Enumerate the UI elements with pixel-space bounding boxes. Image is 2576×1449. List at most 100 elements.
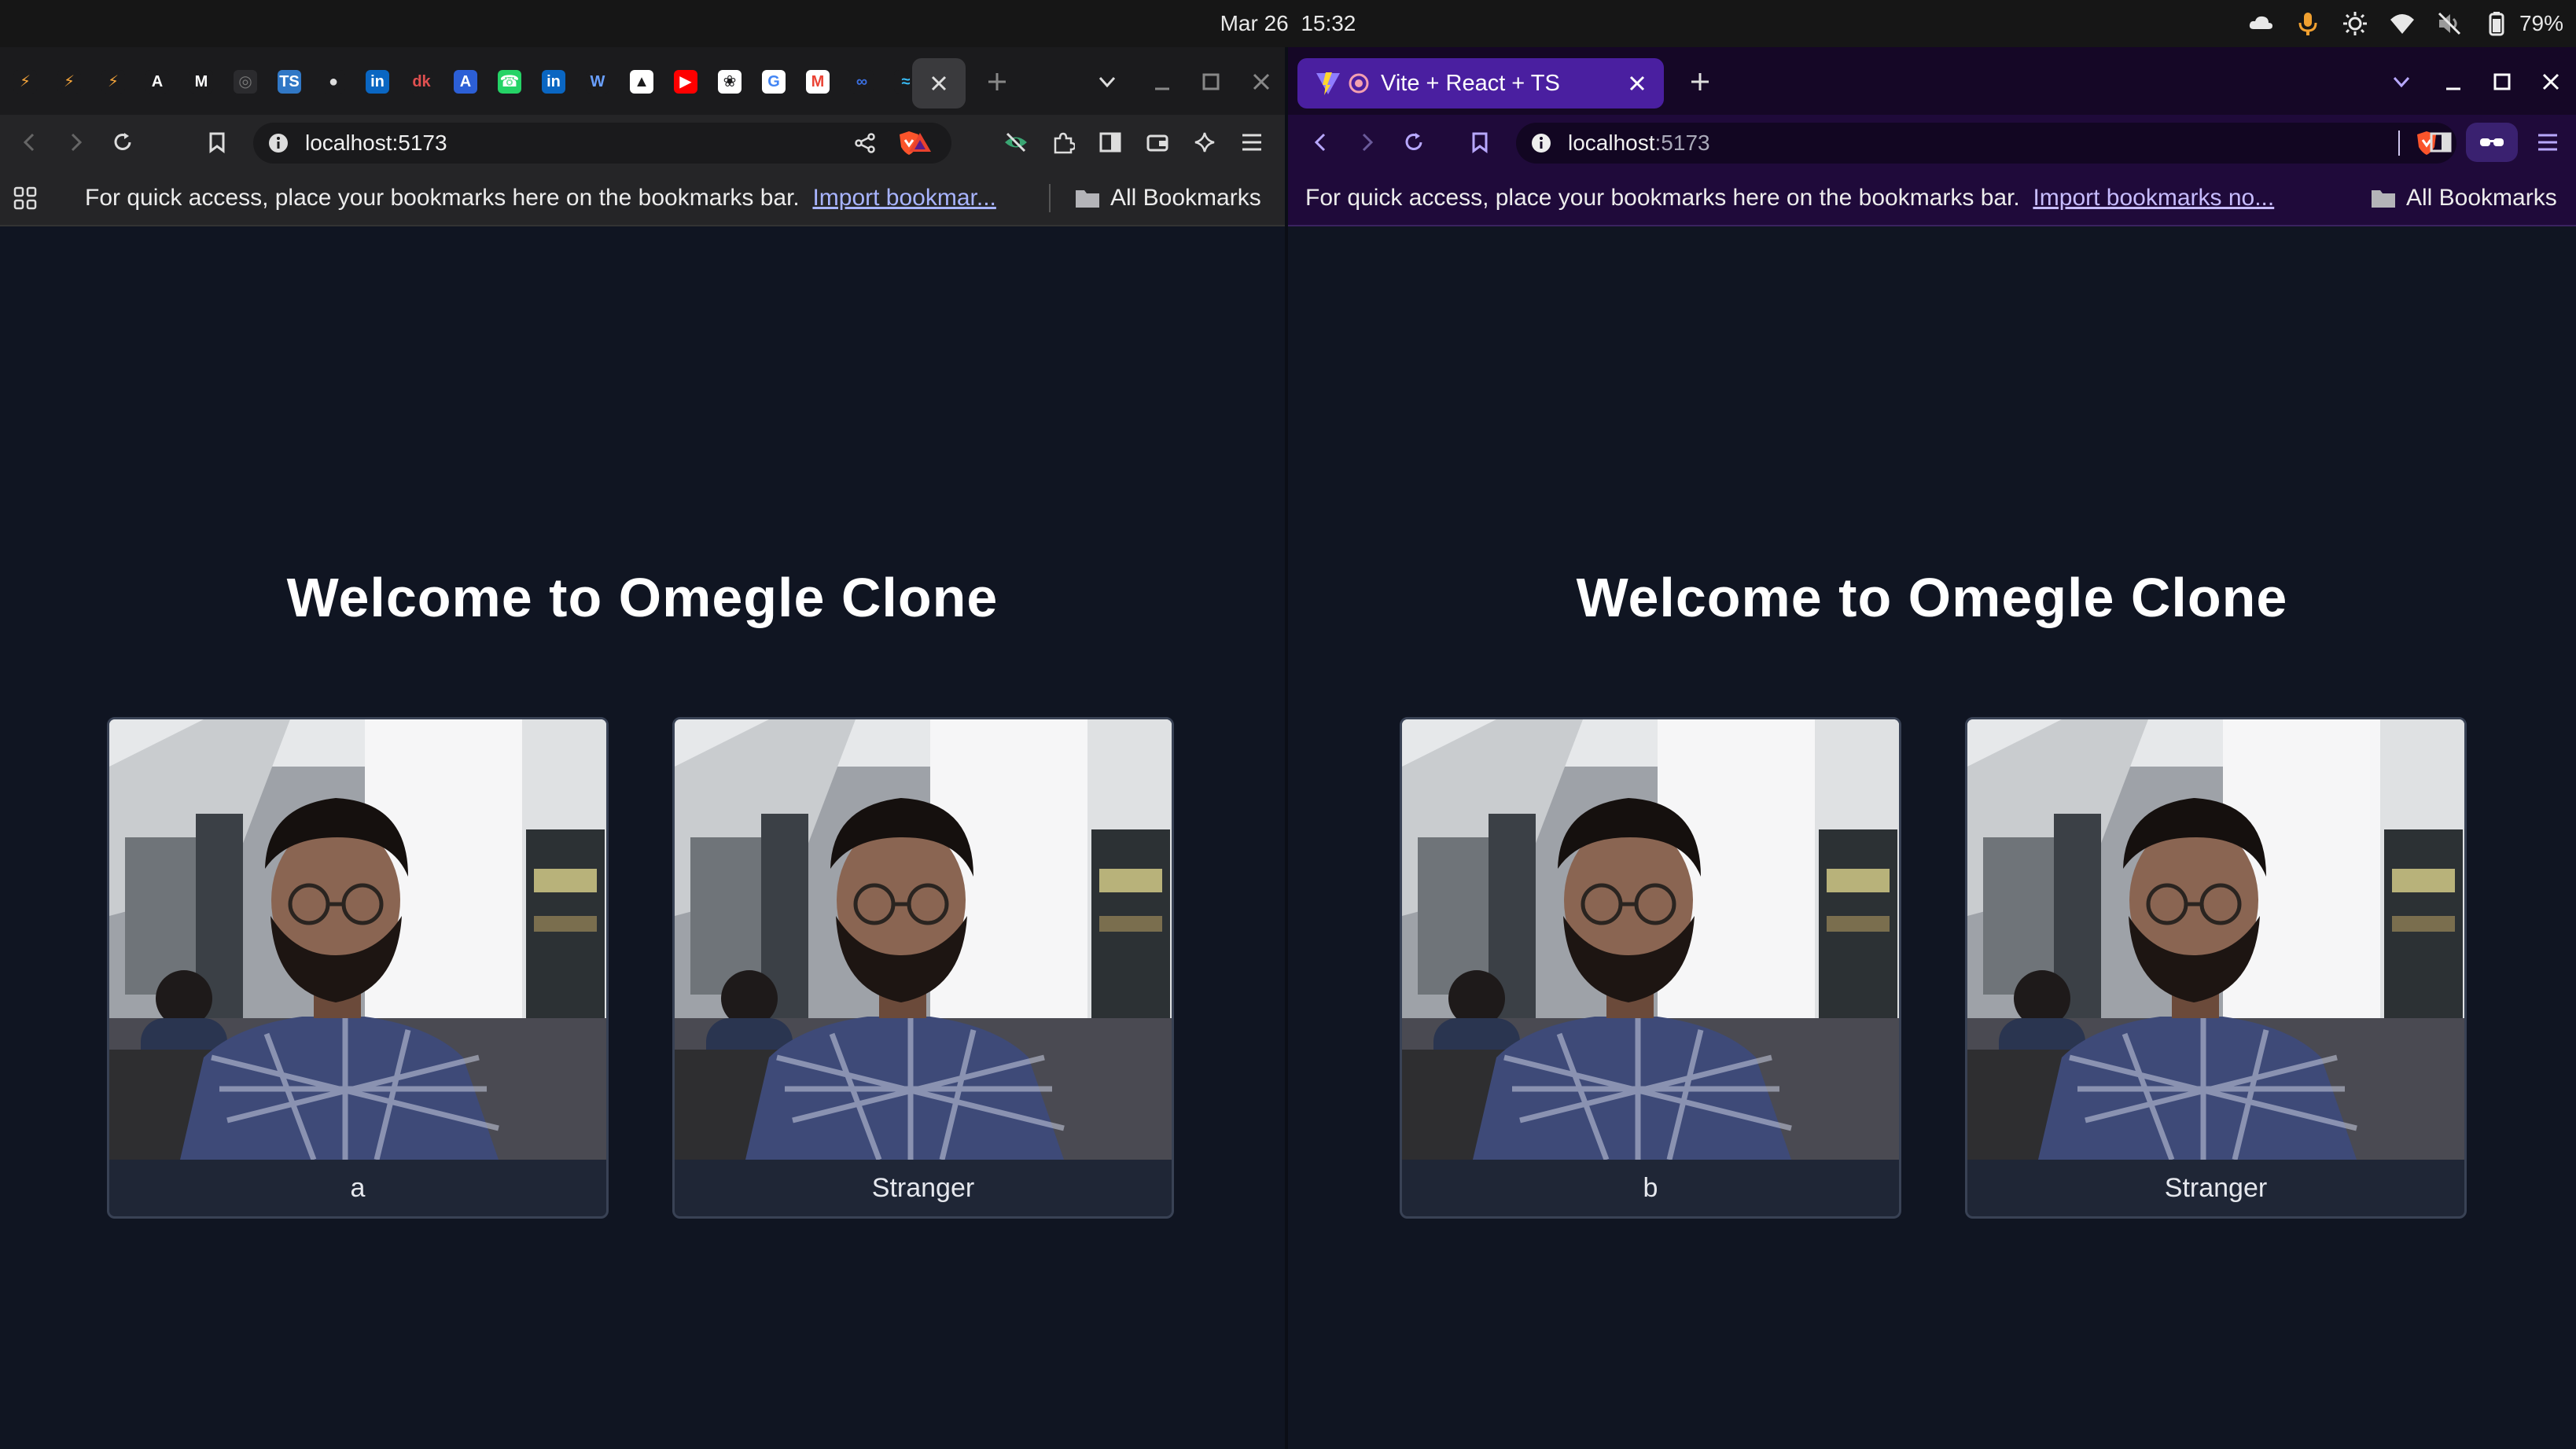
forward-button[interactable]	[58, 125, 93, 160]
tab-search-button[interactable]	[2384, 64, 2419, 99]
maximize-button[interactable]	[1194, 64, 1228, 99]
arrow-right-icon	[71, 133, 83, 152]
system-clock[interactable]: Mar 26 15:32	[0, 0, 2576, 47]
pinned-tab[interactable]: ⚡	[96, 64, 131, 99]
info-icon[interactable]	[267, 132, 289, 154]
brave-rewards-button[interactable]	[903, 125, 937, 160]
local-video[interactable]	[109, 719, 606, 1160]
zap-icon: ⚡	[13, 70, 37, 94]
extension-button[interactable]	[999, 125, 1033, 160]
back-button[interactable]	[13, 125, 47, 160]
pinned-tab[interactable]: ∞	[845, 64, 879, 99]
all-bookmarks-label: All Bookmarks	[2406, 185, 2557, 211]
pinned-tab[interactable]: ◎	[228, 64, 263, 99]
pinned-tab[interactable]: M	[184, 64, 219, 99]
maximize-button[interactable]	[2485, 64, 2519, 99]
bookmarks-bar: For quick access, place your bookmarks h…	[0, 170, 1285, 226]
pinned-tab[interactable]: M	[800, 64, 835, 99]
close-tab-icon[interactable]	[1628, 74, 1647, 93]
close-icon	[2542, 73, 2559, 90]
apps-button[interactable]	[8, 181, 42, 215]
arrow-left-icon	[1314, 133, 1326, 152]
hamburger-menu-icon	[1242, 134, 1261, 151]
pinned-tab[interactable]: G	[756, 64, 791, 99]
address-bar[interactable]: localhost:5173	[1516, 123, 2456, 164]
folder-icon	[2372, 190, 2395, 208]
pinned-tab[interactable]: ▶	[668, 64, 703, 99]
pinned-tab[interactable]: ▲	[624, 64, 659, 99]
new-tab-button[interactable]	[980, 64, 1014, 99]
vite-logo-icon	[1316, 72, 1340, 95]
system-time: 15:32	[1301, 11, 1356, 35]
local-video[interactable]	[1402, 719, 1899, 1160]
remote-video[interactable]	[675, 719, 1172, 1160]
private-window-badge[interactable]	[2466, 123, 2518, 162]
info-icon[interactable]	[1530, 132, 1552, 154]
url-text[interactable]: localhost:5173	[305, 131, 447, 156]
all-bookmarks-button[interactable]: All Bookmarks	[2370, 170, 2557, 226]
pinned-tab[interactable]: in	[536, 64, 571, 99]
url-port: :5173	[1654, 131, 1710, 155]
pinned-tabs: ⚡ ⚡ ⚡ A M ◎ TS ● in dk A ☎ in W ▲ ▶ ❀ G M ∞ ≈	[8, 64, 923, 99]
url-text[interactable]: localhost:5173	[1568, 131, 1710, 156]
pinned-tab[interactable]: ❀	[712, 64, 747, 99]
pinned-tab[interactable]: A	[448, 64, 483, 99]
close-tab-icon[interactable]	[929, 73, 949, 94]
menu-button[interactable]	[2530, 125, 2565, 160]
wallet-button[interactable]	[1140, 125, 1175, 160]
extensions-button[interactable]	[1046, 125, 1080, 160]
bookmark-icon	[1472, 132, 1488, 153]
remote-video[interactable]	[1967, 719, 2464, 1160]
active-tab[interactable]: Vite + React + TS	[1297, 58, 1664, 108]
pinned-tab[interactable]: TS	[272, 64, 307, 99]
sidebar-icon	[1099, 132, 1121, 153]
back-button[interactable]	[1304, 125, 1338, 160]
pinned-tab[interactable]: dk	[404, 64, 439, 99]
url-host: localhost	[1568, 131, 1655, 155]
video-label: b	[1643, 1173, 1658, 1203]
bookmark-button[interactable]	[200, 125, 234, 160]
wallet-icon	[1146, 134, 1168, 152]
pinned-tab[interactable]: A	[140, 64, 175, 99]
minimize-button[interactable]	[2436, 64, 2471, 99]
whatsapp-icon: ☎	[498, 70, 521, 94]
share-icon[interactable]	[854, 132, 876, 154]
import-bookmarks-link[interactable]: Import bookmarks no...	[2033, 185, 2274, 211]
leo-ai-button[interactable]	[1187, 125, 1222, 160]
arrow-right-icon	[1362, 133, 1374, 152]
import-bookmarks-link[interactable]: Import bookmar...	[812, 185, 995, 211]
reload-button[interactable]	[1397, 125, 1431, 160]
pinned-tab[interactable]: ☎	[492, 64, 527, 99]
forward-button[interactable]	[1349, 125, 1384, 160]
bookmark-button[interactable]	[1463, 125, 1497, 160]
pinned-tab[interactable]: ●	[316, 64, 351, 99]
sidebar-button[interactable]	[1093, 125, 1128, 160]
right-browser-window: Vite + React + TS localhost:5173 For qui…	[1288, 47, 2576, 1449]
chevron-down-icon	[2393, 76, 2410, 88]
system-tray[interactable]: 79%	[2247, 0, 2563, 47]
pinned-tab[interactable]: ⚡	[52, 64, 86, 99]
pinned-tab[interactable]: ⚡	[8, 64, 42, 99]
video-label: a	[350, 1173, 366, 1203]
close-window-button[interactable]	[1244, 64, 1279, 99]
omnibox-divider	[2398, 131, 2400, 156]
all-bookmarks-button[interactable]: All Bookmarks	[1074, 170, 1261, 226]
reload-button[interactable]	[105, 125, 140, 160]
new-tab-button[interactable]	[1683, 64, 1717, 99]
menu-button[interactable]	[1235, 125, 1269, 160]
ai-icon: A	[454, 70, 477, 94]
openai-icon: ❀	[718, 70, 742, 94]
bookmarks-hint-text: For quick access, place your bookmarks h…	[85, 185, 800, 211]
sidebar-button[interactable]	[2423, 125, 2458, 160]
minimize-button[interactable]	[1145, 64, 1179, 99]
a-letter-icon: A	[145, 70, 169, 94]
left-browser-window: ⚡ ⚡ ⚡ A M ◎ TS ● in dk A ☎ in W ▲ ▶ ❀ G M ∞ ≈ localhost:5173	[0, 47, 1285, 1449]
bookmarks-hint: For quick access, place your bookmarks h…	[1305, 170, 2274, 226]
pinned-tab[interactable]: W	[580, 64, 615, 99]
snapchat-icon: ▲	[630, 70, 653, 94]
tab-search-button[interactable]	[1090, 64, 1124, 99]
close-window-button[interactable]	[2534, 64, 2568, 99]
active-tab[interactable]	[912, 58, 966, 108]
pinned-tab[interactable]: in	[360, 64, 395, 99]
address-bar[interactable]: localhost:5173	[253, 123, 951, 164]
